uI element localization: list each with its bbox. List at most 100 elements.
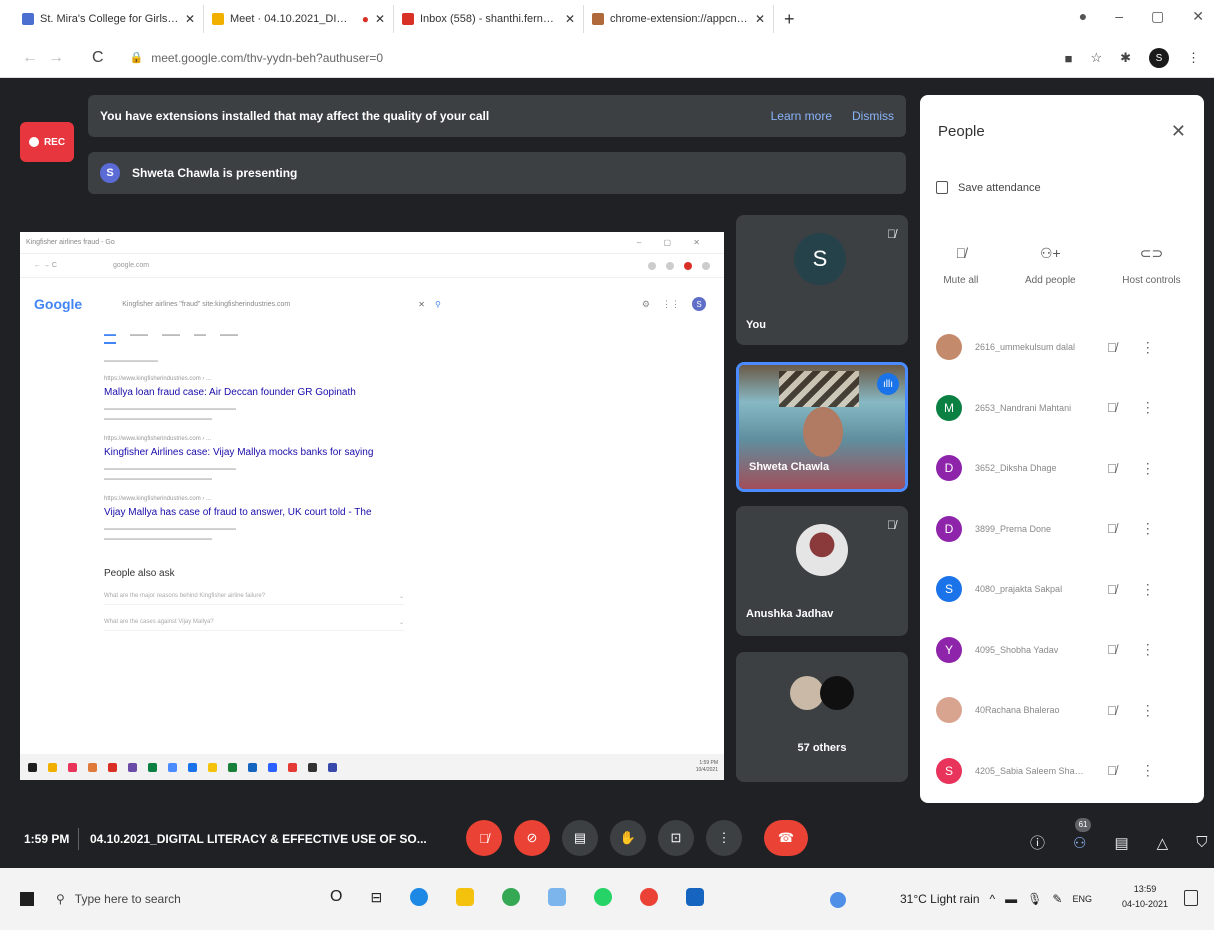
mic-off-icon[interactable]: 🎙̸: [1107, 461, 1117, 476]
captions-button[interactable]: ▤: [562, 820, 598, 856]
browser-tab[interactable]: chrome-extension://appcnhief ✕: [584, 5, 774, 33]
mic-off-icon[interactable]: 🎙̸: [1107, 400, 1117, 415]
profile-dot-icon[interactable]: ●: [1079, 8, 1087, 25]
cortana-icon[interactable]: O: [330, 888, 342, 906]
back-icon[interactable]: ←: [22, 49, 38, 67]
meeting-details-icon[interactable]: ⓘ: [1030, 832, 1045, 853]
participant-tile-shweta[interactable]: ıllı Shweta Chawla: [736, 362, 908, 492]
menu-kebab-icon[interactable]: ⋮: [1187, 50, 1200, 66]
participant-row[interactable]: D 3652_Diksha Dhage 🎙̸ ⋮: [920, 438, 1204, 499]
participant-row[interactable]: S 4080_prajakta Sakpal 🎙̸ ⋮: [920, 559, 1204, 620]
browser-tab-active[interactable]: Meet · 04.10.2021_DIGITA ● ✕: [204, 5, 394, 33]
search-tab: ▬▬▬: [220, 332, 238, 338]
profile-avatar[interactable]: S: [1149, 48, 1169, 68]
mic-toggle-button[interactable]: 🎙̸: [466, 820, 502, 856]
dismiss-button[interactable]: Dismiss: [852, 109, 894, 123]
participant-row[interactable]: S 4205_Sabia Saleem Shaikh 🎙̸ ⋮: [920, 741, 1204, 802]
windows-start-icon[interactable]: [20, 892, 34, 906]
more-options-icon[interactable]: ⋮: [1141, 641, 1155, 658]
participant-row[interactable]: Y 4095_Shobha Yadav 🎙̸ ⋮: [920, 620, 1204, 681]
participant-row[interactable]: M 2653_Nandrani Mahtani 🎙̸ ⋮: [920, 378, 1204, 439]
participant-row[interactable]: D 3899_Prerna Done 🎙̸ ⋮: [920, 499, 1204, 560]
participant-row[interactable]: 2616_ummekulsum dalal 🎙̸ ⋮: [920, 317, 1204, 378]
extensions-icon[interactable]: ✱: [1120, 50, 1131, 66]
weather-icon[interactable]: [830, 892, 846, 908]
mic-off-icon[interactable]: 🎙̸: [1107, 582, 1117, 597]
participant-tile-you[interactable]: 🎙̸ S You: [736, 215, 908, 345]
close-tab-icon[interactable]: ✕: [375, 12, 385, 26]
mic-off-icon[interactable]: 🎙̸: [1107, 340, 1117, 355]
leave-call-button[interactable]: ☎: [764, 820, 808, 856]
more-options-icon[interactable]: ⋮: [1141, 520, 1155, 537]
more-options-icon[interactable]: ⋮: [1141, 581, 1155, 598]
more-options-icon[interactable]: ⋮: [1141, 762, 1155, 779]
browser-tab[interactable]: Inbox (558) - shanthi.fernandes ✕: [394, 5, 584, 33]
microphone-icon[interactable]: 🎙: [1027, 892, 1042, 906]
chrome-icon[interactable]: [502, 888, 521, 906]
close-window-icon[interactable]: ✕: [1192, 8, 1204, 25]
taskbar-search[interactable]: ⚲ Type here to search: [56, 892, 181, 906]
present-button[interactable]: ⊡: [658, 820, 694, 856]
raise-hand-button[interactable]: ✋: [610, 820, 646, 856]
host-controls-button[interactable]: ⊂⊃ Host controls: [1122, 245, 1180, 286]
mic-off-icon[interactable]: 🎙̸: [1107, 642, 1117, 657]
more-options-button[interactable]: ⋮: [706, 820, 742, 856]
chrome-profile-icon[interactable]: [640, 888, 659, 906]
maximize-icon[interactable]: ▢: [1151, 8, 1164, 25]
shared-app-icon: [88, 762, 97, 772]
save-attendance-button[interactable]: Save attendance: [936, 181, 1041, 194]
file-explorer-icon[interactable]: [456, 888, 475, 906]
more-options-icon[interactable]: ⋮: [1141, 460, 1155, 477]
weather-text[interactable]: 31°C Light rain: [900, 892, 980, 906]
language-indicator[interactable]: ENG: [1072, 894, 1092, 904]
close-tab-icon[interactable]: ✕: [185, 12, 195, 26]
close-tab-icon[interactable]: ✕: [755, 12, 765, 26]
participant-row[interactable]: 40Rachana Bhalerao 🎙̸ ⋮: [920, 680, 1204, 741]
new-tab-button[interactable]: +: [784, 9, 795, 30]
google-logo: Google: [34, 296, 83, 312]
minimize-icon[interactable]: –: [1115, 8, 1123, 25]
edge-icon[interactable]: [410, 888, 429, 906]
mute-all-button[interactable]: 🎙̸ Mute all: [943, 245, 978, 286]
activities-icon[interactable]: △: [1157, 834, 1169, 852]
extension-favicon-icon: [592, 13, 604, 25]
more-options-icon[interactable]: ⋮: [1141, 399, 1155, 416]
learn-more-link[interactable]: Learn more: [771, 109, 832, 123]
camera-toggle-button[interactable]: ⊘: [514, 820, 550, 856]
mic-off-icon[interactable]: 🎙̸: [1107, 703, 1117, 718]
bookmark-star-icon[interactable]: ☆: [1090, 50, 1102, 66]
whatsapp-icon[interactable]: [594, 888, 613, 906]
pen-icon[interactable]: ✎: [1052, 892, 1062, 906]
mic-off-icon[interactable]: 🎙̸: [1107, 763, 1117, 778]
taskbar-clock[interactable]: 13:59 04-10-2021: [1122, 882, 1168, 912]
meeting-side-controls: ⓘ 61 ⚇ ▤ △ ⛉: [1030, 817, 1207, 853]
close-tab-icon[interactable]: ✕: [565, 12, 575, 26]
browser-tab[interactable]: St. Mira's College for Girls | Cal ✕: [14, 5, 204, 33]
participant-tile-others[interactable]: 57 others: [736, 652, 908, 782]
add-people-button[interactable]: ⚇+ Add people: [1025, 245, 1076, 286]
word-icon[interactable]: [686, 888, 705, 906]
tray-overflow-icon[interactable]: ^: [990, 892, 996, 906]
close-panel-icon[interactable]: ✕: [1171, 121, 1186, 142]
paa-question: What are the major reasons behind Kingfi…: [104, 593, 404, 605]
task-view-icon[interactable]: ⊟: [370, 889, 382, 906]
more-options-icon[interactable]: ⋮: [1141, 702, 1155, 719]
host-controls-icon[interactable]: ⛉: [1196, 834, 1207, 851]
more-options-icon[interactable]: ⋮: [1141, 339, 1155, 356]
mic-off-icon[interactable]: 🎙̸: [1107, 521, 1117, 536]
people-button[interactable]: 61 ⚇: [1073, 817, 1092, 852]
paint-icon[interactable]: [548, 888, 567, 906]
reload-icon[interactable]: C: [92, 49, 104, 67]
participant-avatar: [936, 334, 962, 361]
notification-icon[interactable]: [1184, 890, 1198, 906]
network-icon[interactable]: ▬: [1005, 892, 1017, 906]
search-tab: ▬▬▬: [130, 332, 148, 338]
forward-icon[interactable]: →: [48, 49, 64, 67]
participant-count-badge: 61: [1075, 817, 1092, 832]
participant-tile-anushka[interactable]: 🎙̸ Anushka Jadhav: [736, 506, 908, 636]
camera-indicator-icon[interactable]: ■: [1065, 51, 1073, 66]
chat-icon[interactable]: ▤: [1114, 834, 1128, 852]
url-field[interactable]: 🔒 meet.google.com/thv-yydn-beh?authuser=…: [130, 51, 384, 65]
shared-clock-time: 1:59 PM: [699, 760, 718, 766]
lock-icon[interactable]: 🔒: [130, 51, 144, 64]
